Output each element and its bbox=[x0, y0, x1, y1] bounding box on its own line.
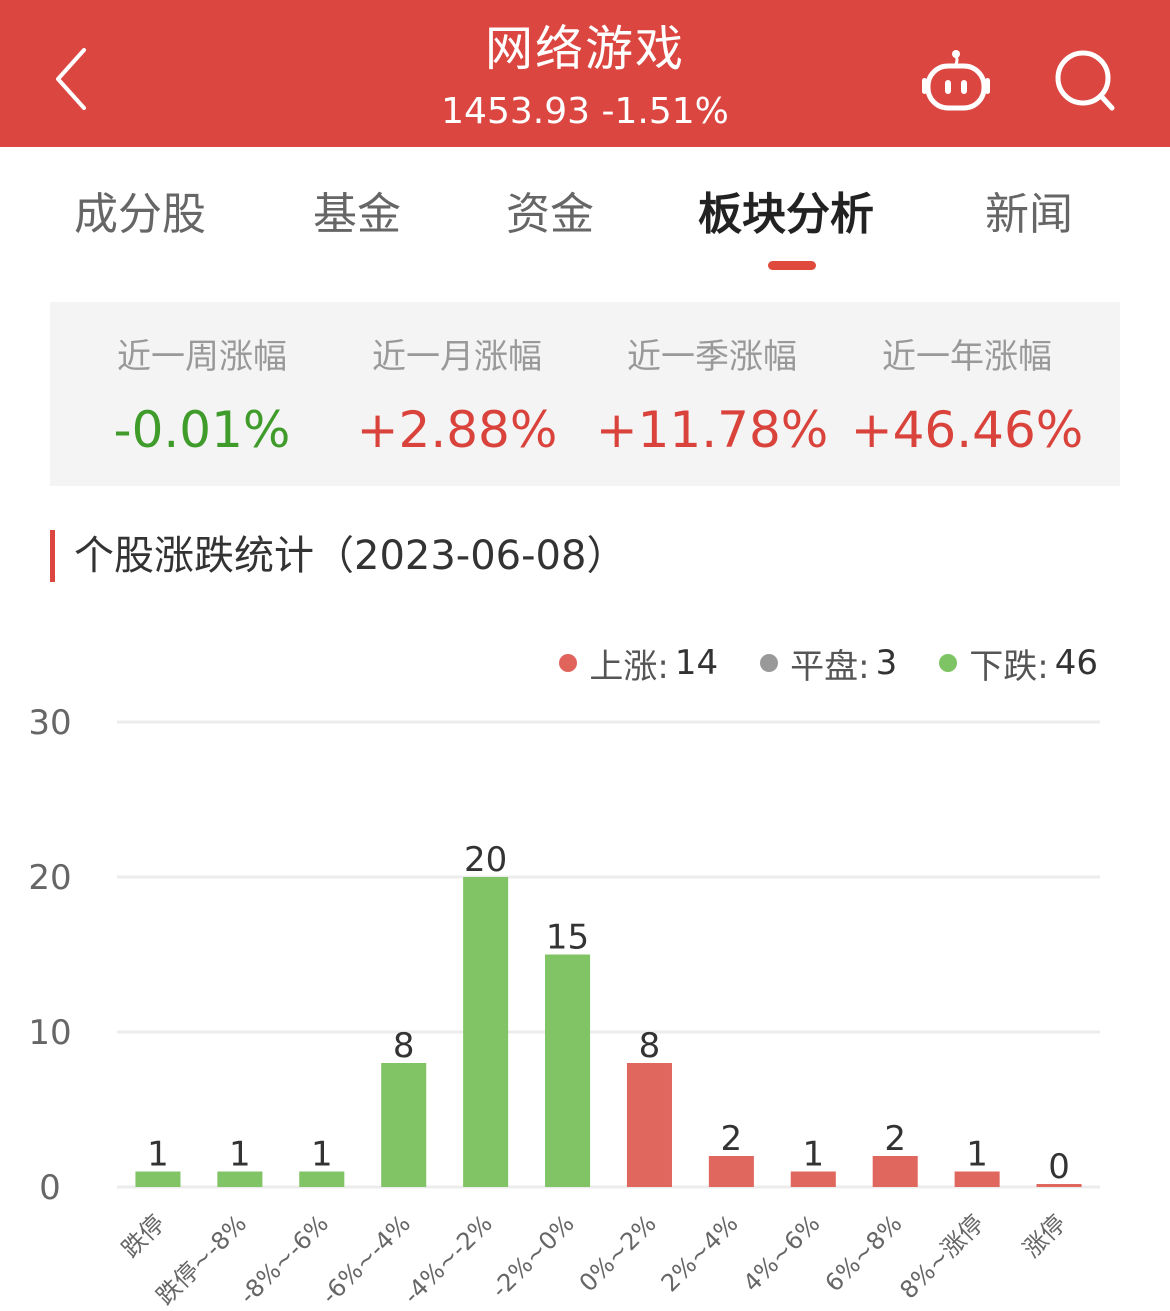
x-category-label: -4%~-2% bbox=[398, 1209, 498, 1309]
x-category-label: 涨停 bbox=[1018, 1209, 1072, 1263]
legend-item-down: 下跌: 46 bbox=[939, 639, 1098, 688]
search-icon bbox=[1055, 50, 1115, 111]
bar bbox=[545, 954, 591, 1187]
x-category-label: -6%~-4% bbox=[316, 1209, 416, 1309]
search-button[interactable] bbox=[1052, 48, 1120, 112]
perf-label: 近一月涨幅 bbox=[372, 337, 542, 377]
x-category-label: 4%~6% bbox=[738, 1209, 826, 1297]
bar-value-label: 2 bbox=[721, 1119, 743, 1159]
perf-label: 近一周涨幅 bbox=[117, 337, 287, 377]
chart-legend: 上涨: 14 平盘: 3 下跌: 46 bbox=[559, 639, 1098, 688]
bar bbox=[626, 1063, 672, 1187]
tab-funds[interactable]: 基金 bbox=[313, 185, 401, 245]
sector-price: 1453.93 bbox=[441, 91, 591, 132]
x-category-label: 跌停~-8% bbox=[151, 1209, 252, 1310]
x-category-label: 8%~涨停 bbox=[894, 1209, 989, 1304]
bar-value-label: 1 bbox=[311, 1135, 333, 1175]
legend-count: 3 bbox=[875, 643, 898, 683]
legend-item-up: 上涨: 14 bbox=[559, 639, 718, 688]
legend-dot-icon bbox=[559, 654, 578, 672]
x-category-label: 2%~4% bbox=[656, 1209, 744, 1297]
legend-label: 下跌: bbox=[969, 646, 1049, 687]
y-tick-label: 30 bbox=[28, 703, 71, 743]
bar-value-label: 20 bbox=[464, 840, 507, 880]
y-tick-label: 20 bbox=[28, 858, 71, 898]
x-category-label: -2%~0% bbox=[486, 1209, 580, 1303]
legend-item-flat: 平盘: 3 bbox=[760, 639, 897, 688]
bar bbox=[872, 1156, 918, 1187]
bar bbox=[463, 877, 509, 1187]
x-category-label: -8%~-6% bbox=[234, 1209, 334, 1309]
perf-year: 近一年涨幅 +46.46% bbox=[837, 302, 1097, 486]
bar-value-label: 8 bbox=[639, 1026, 661, 1066]
bar-value-label: 8 bbox=[393, 1026, 415, 1066]
bar-value-label: 1 bbox=[966, 1135, 988, 1175]
tab-bar: 成分股 基金 资金 板块分析 新闻 bbox=[0, 147, 1170, 277]
bar bbox=[381, 1063, 427, 1187]
perf-week: 近一周涨幅 -0.01% bbox=[72, 302, 332, 486]
distribution-bar-chart: 0102030 1跌停1跌停~-8%1-8%~-6%8-6%~-4%20-4%~… bbox=[28, 703, 1100, 1310]
tab-constituents[interactable]: 成分股 bbox=[74, 185, 206, 245]
legend-count: 14 bbox=[674, 643, 719, 683]
performance-summary: 近一周涨幅 -0.01% 近一月涨幅 +2.88% 近一季涨幅 +11.78% … bbox=[50, 302, 1120, 486]
perf-value: +46.46% bbox=[850, 401, 1084, 459]
tab-news[interactable]: 新闻 bbox=[985, 185, 1073, 245]
perf-value: +2.88% bbox=[356, 401, 558, 459]
perf-value: -0.01% bbox=[113, 401, 291, 459]
sector-quote: 1453.93 -1.51% bbox=[0, 88, 1170, 136]
y-tick-label: 0 bbox=[39, 1168, 61, 1208]
robot-assistant-icon bbox=[922, 50, 990, 111]
bar-value-label: 0 bbox=[1048, 1147, 1070, 1187]
bar-value-label: 1 bbox=[147, 1135, 169, 1175]
legend-label: 平盘: bbox=[790, 646, 870, 687]
sector-change: -1.51% bbox=[601, 91, 729, 132]
perf-label: 近一年涨幅 bbox=[882, 337, 1052, 377]
sector-title: 网络游戏 bbox=[484, 21, 685, 77]
active-tab-indicator bbox=[768, 261, 816, 270]
tab-sector-analysis[interactable]: 板块分析 bbox=[698, 185, 874, 245]
tab-capital[interactable]: 资金 bbox=[506, 185, 594, 245]
perf-value: +11.78% bbox=[595, 401, 829, 459]
perf-quarter: 近一季涨幅 +11.78% bbox=[582, 302, 842, 486]
y-tick-label: 10 bbox=[28, 1013, 71, 1053]
bar-value-label: 2 bbox=[884, 1119, 906, 1159]
robot-assistant-button[interactable] bbox=[918, 46, 994, 114]
x-category-label: 0%~2% bbox=[574, 1209, 662, 1297]
legend-count: 46 bbox=[1054, 643, 1098, 683]
legend-dot-icon bbox=[760, 654, 779, 672]
legend-dot-icon bbox=[939, 654, 958, 672]
x-category-label: 跌停 bbox=[116, 1209, 170, 1263]
bar bbox=[708, 1156, 754, 1187]
perf-month: 近一月涨幅 +2.88% bbox=[327, 302, 587, 486]
legend-label: 上涨: bbox=[589, 646, 669, 687]
section-accent-bar bbox=[50, 530, 55, 582]
perf-label: 近一季涨幅 bbox=[627, 337, 797, 377]
section-title: 个股涨跌统计（2023-06-08） bbox=[74, 533, 627, 579]
bar-value-label: 1 bbox=[229, 1135, 251, 1175]
bar-value-label: 1 bbox=[802, 1135, 824, 1175]
bar-value-label: 15 bbox=[546, 918, 589, 958]
top-header: 网络游戏 1453.93 -1.51% bbox=[0, 0, 1170, 147]
